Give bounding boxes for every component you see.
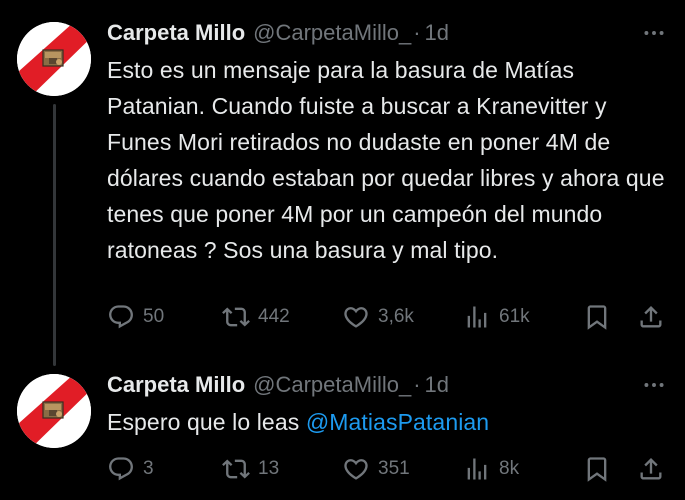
bookmark-button[interactable] [583, 300, 611, 334]
bookmark-icon [587, 457, 607, 482]
retweet-icon [222, 307, 250, 327]
tweet-header: Carpeta Millo @CarpetaMillo_ · 1d [107, 16, 449, 50]
avatar-logo-icon [17, 22, 91, 96]
more-options-icon [644, 31, 664, 35]
retweet-button[interactable]: 442 [222, 300, 290, 334]
avatar[interactable] [17, 22, 91, 96]
share-button[interactable] [637, 452, 665, 486]
views-count: 61k [499, 306, 530, 327]
more-options-button[interactable] [637, 370, 671, 400]
retweet-icon [222, 459, 250, 479]
more-options-icon [644, 383, 664, 387]
reply-count: 50 [143, 306, 165, 327]
avatar[interactable] [17, 374, 91, 448]
author-handle[interactable]: @CarpetaMillo_ [253, 372, 411, 398]
like-button[interactable]: 351 [342, 452, 410, 486]
views-button[interactable]: 8k [463, 452, 519, 486]
tweet-actions: 50 442 3,6k 61k [107, 300, 675, 334]
reply-button[interactable]: 50 [107, 300, 164, 334]
like-count: 3,6k [378, 306, 414, 327]
views-chart-icon [467, 306, 487, 328]
heart-icon [344, 459, 368, 480]
more-options-button[interactable] [637, 18, 671, 48]
author-name[interactable]: Carpeta Millo [107, 20, 245, 46]
tweet-actions: 3 13 351 8k [107, 452, 675, 486]
share-icon [640, 306, 662, 328]
tweet-header: Carpeta Millo @CarpetaMillo_ · 1d [107, 368, 449, 402]
views-button[interactable]: 61k [463, 300, 530, 334]
like-button[interactable]: 3,6k [342, 300, 414, 334]
tweet[interactable]: Carpeta Millo @CarpetaMillo_ · 1d Espero… [0, 352, 685, 500]
bookmark-icon [587, 305, 607, 330]
heart-icon [344, 307, 368, 328]
reply-button[interactable]: 3 [107, 452, 154, 486]
retweet-count: 13 [258, 458, 280, 479]
tweet-text: Esto es un mensaje para la basura de Mat… [107, 57, 665, 263]
bookmark-button[interactable] [583, 452, 611, 486]
retweet-count: 442 [258, 306, 290, 327]
separator-dot: · [413, 20, 421, 45]
views-count: 8k [499, 458, 520, 479]
like-count: 351 [378, 458, 410, 479]
share-icon [640, 458, 662, 480]
tweet-text: Espero que lo leas @MatiasPatanian [107, 404, 667, 440]
retweet-button[interactable]: 13 [222, 452, 279, 486]
reply-icon [109, 305, 133, 329]
author-handle[interactable]: @CarpetaMillo_ [253, 20, 411, 46]
separator-dot: · [413, 372, 421, 397]
thread-line [53, 104, 56, 366]
reply-count: 3 [143, 458, 154, 479]
author-name[interactable]: Carpeta Millo [107, 372, 245, 398]
timestamp[interactable]: 1d [425, 372, 449, 398]
tweet[interactable]: Carpeta Millo @CarpetaMillo_ · 1d Esto e… [0, 0, 685, 366]
reply-icon [109, 457, 133, 481]
avatar-logo-icon [17, 374, 91, 448]
tweet-text-content: Espero que lo leas [107, 409, 306, 435]
share-button[interactable] [637, 300, 665, 334]
views-chart-icon [467, 458, 487, 480]
mention-link[interactable]: @MatiasPatanian [306, 409, 489, 435]
timestamp[interactable]: 1d [425, 20, 449, 46]
